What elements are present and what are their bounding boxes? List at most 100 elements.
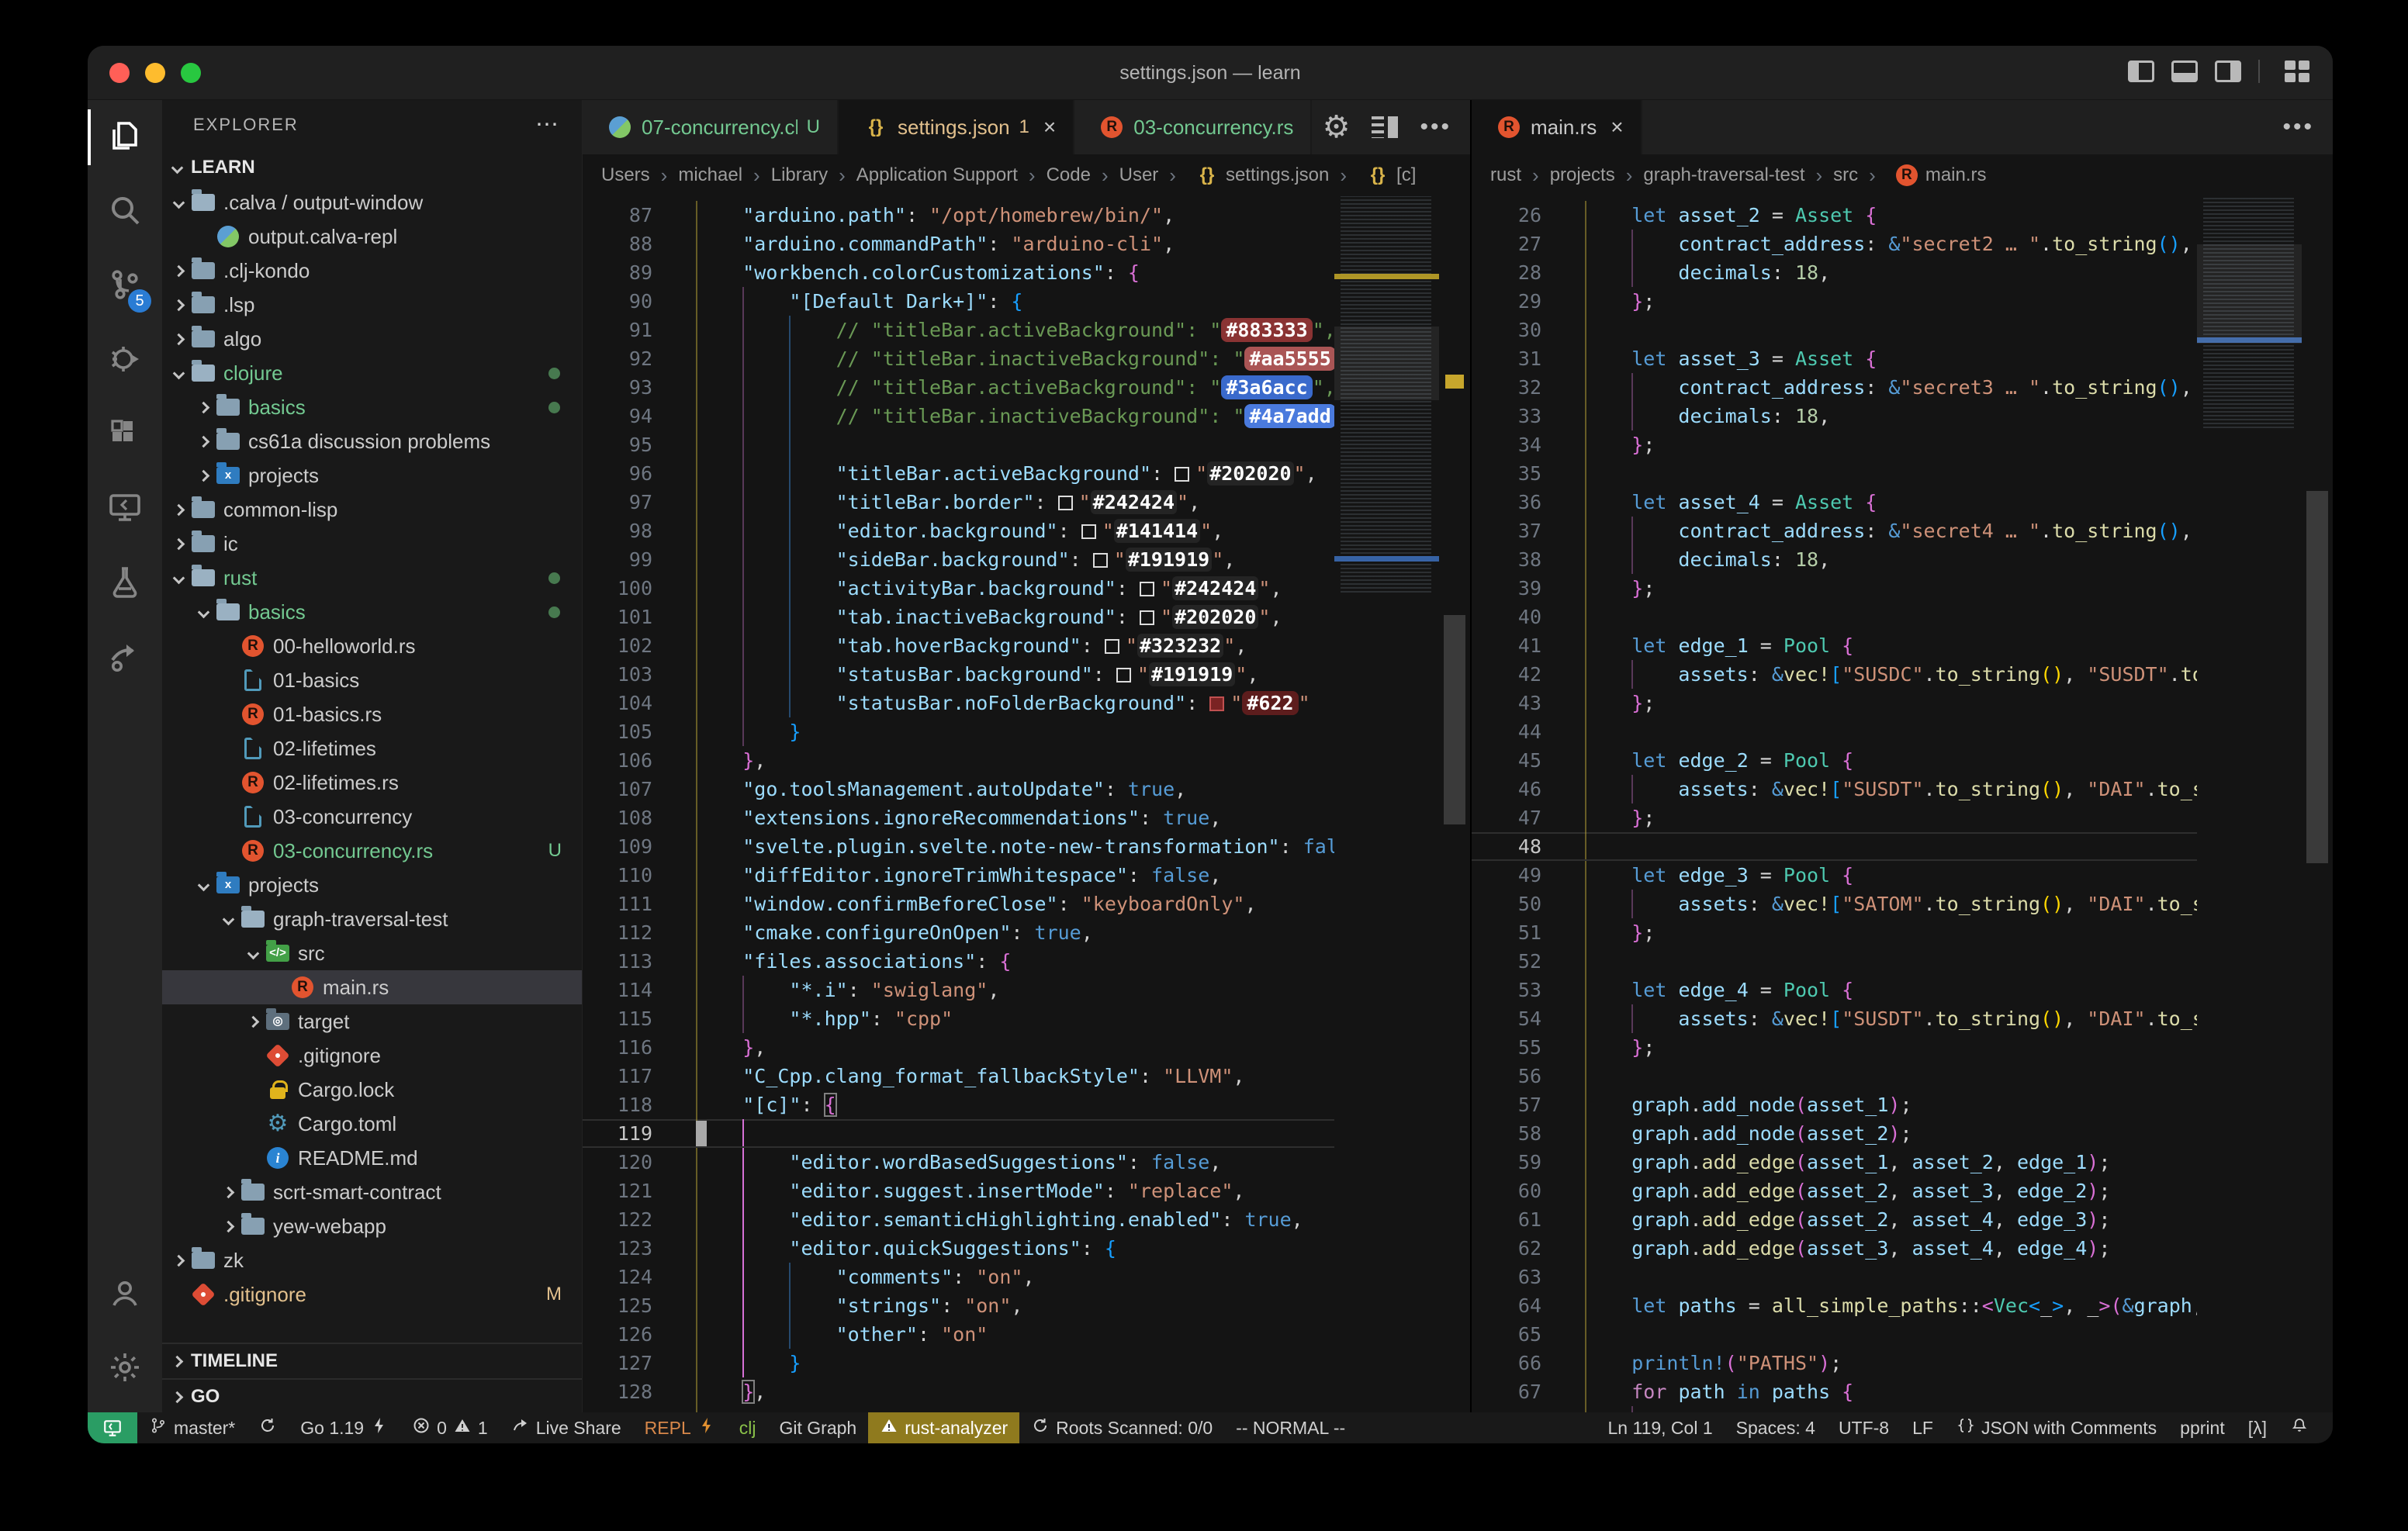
tree-item-01-basics.rs[interactable]: R01-basics.rs bbox=[162, 697, 582, 731]
status-rust-analyzer[interactable]: rust-analyzer bbox=[868, 1412, 1019, 1443]
code-line-35[interactable]: 35 bbox=[1472, 459, 2197, 488]
activity-bar-search-icon[interactable] bbox=[88, 175, 162, 249]
breadcrumb-item-main.rs[interactable]: Rmain.rs bbox=[1887, 163, 1987, 188]
breadcrumb[interactable]: rust›projects›graph-traversal-test›src›R… bbox=[1472, 154, 2333, 196]
code-line-60[interactable]: 60 graph.add_edge(asset_2, asset_3, edge… bbox=[1472, 1177, 2197, 1205]
breadcrumb-item-User[interactable]: User bbox=[1119, 164, 1159, 186]
code-line-50[interactable]: 50 assets: &vec!["SATOM".to_string(), "D… bbox=[1472, 890, 2197, 918]
code-line-61[interactable]: 61 graph.add_edge(asset_2, asset_4, edge… bbox=[1472, 1205, 2197, 1234]
tree-item-.calva-output-window[interactable]: .calva / output-window bbox=[162, 185, 582, 219]
tree-item-00-helloworld.rs[interactable]: R00-helloworld.rs bbox=[162, 629, 582, 663]
tree-item-.clj-kondo[interactable]: .clj-kondo bbox=[162, 254, 582, 288]
status-ln-119-col-1[interactable]: Ln 119, Col 1 bbox=[1597, 1412, 1725, 1443]
code-line-108[interactable]: 108 "extensions.ignoreRecommendations": … bbox=[583, 804, 1334, 832]
tab-07-concurrency.clj[interactable]: 07-concurrency.cljU bbox=[583, 100, 839, 154]
code-line-119[interactable]: 119 bbox=[583, 1119, 1334, 1148]
status-go-1-19[interactable]: Go 1.19 bbox=[289, 1412, 400, 1443]
tree-item-03-concurrency.rs[interactable]: R03-concurrency.rsU bbox=[162, 834, 582, 868]
code-line-93[interactable]: 93 // "titleBar.activeBackground": "#3a6… bbox=[583, 373, 1334, 402]
gear-icon[interactable]: ⚙ bbox=[1323, 112, 1351, 143]
more-icon[interactable]: ••• bbox=[1420, 114, 1451, 140]
scrollbar[interactable] bbox=[2302, 196, 2333, 1414]
status-utf-8[interactable]: UTF-8 bbox=[1827, 1412, 1901, 1443]
code-line-59[interactable]: 59 graph.add_edge(asset_1, asset_2, edge… bbox=[1472, 1148, 2197, 1177]
tree-item-projects[interactable]: xprojects bbox=[162, 458, 582, 492]
code-line-94[interactable]: 94 // "titleBar.inactiveBackground": "#4… bbox=[583, 402, 1334, 430]
code-line-97[interactable]: 97 "titleBar.border": "#242424", bbox=[583, 488, 1334, 517]
tree-item-02-lifetimes.rs[interactable]: R02-lifetimes.rs bbox=[162, 766, 582, 800]
code-line-91[interactable]: 91 // "titleBar.activeBackground": "#883… bbox=[583, 316, 1334, 344]
tree-item-README.md[interactable]: iREADME.md bbox=[162, 1141, 582, 1175]
code-line-122[interactable]: 122 "editor.semanticHighlighting.enabled… bbox=[583, 1205, 1334, 1234]
code-line-105[interactable]: 105 } bbox=[583, 717, 1334, 746]
code-line-123[interactable]: 123 "editor.quickSuggestions": { bbox=[583, 1234, 1334, 1263]
remote-indicator[interactable] bbox=[88, 1412, 137, 1443]
status-spaces-4[interactable]: Spaces: 4 bbox=[1725, 1412, 1827, 1443]
close-tab-icon[interactable]: × bbox=[1611, 115, 1623, 140]
code-line-44[interactable]: 44 bbox=[1472, 717, 2197, 746]
code-line-117[interactable]: 117 "C_Cpp.clang_format_fallbackStyle": … bbox=[583, 1062, 1334, 1090]
tree-item-.gitignore[interactable]: .gitignoreM bbox=[162, 1277, 582, 1312]
code-line-54[interactable]: 54 assets: &vec!["SUSDT".to_string(), "D… bbox=[1472, 1004, 2197, 1033]
code-line-29[interactable]: 29 }; bbox=[1472, 287, 2197, 316]
code-line-95[interactable]: 95 bbox=[583, 430, 1334, 459]
status-bell-icon[interactable] bbox=[2278, 1412, 2320, 1443]
tree-item-algo[interactable]: algo bbox=[162, 322, 582, 356]
code-line-63[interactable]: 63 bbox=[1472, 1263, 2197, 1291]
code-line-121[interactable]: 121 "editor.suggest.insertMode": "replac… bbox=[583, 1177, 1334, 1205]
tree-item-.lsp[interactable]: .lsp bbox=[162, 288, 582, 322]
toggle-panel-icon[interactable] bbox=[2171, 60, 2198, 82]
status-master[interactable]: master* bbox=[137, 1412, 247, 1443]
toggle-sidebar-icon[interactable] bbox=[2128, 60, 2154, 82]
minimap[interactable] bbox=[1334, 196, 1439, 1414]
activity-bar-files-icon[interactable] bbox=[88, 100, 162, 175]
tree-item-graph-traversal-test[interactable]: graph-traversal-test bbox=[162, 902, 582, 936]
tree-item-scrt-smart-contract[interactable]: scrt-smart-contract bbox=[162, 1175, 582, 1209]
code-line-66[interactable]: 66 println!("PATHS"); bbox=[1472, 1349, 2197, 1377]
breadcrumb-item-src[interactable]: src bbox=[1833, 164, 1858, 186]
minimap-slider[interactable] bbox=[2197, 244, 2302, 344]
section-timeline[interactable]: TIMELINE bbox=[162, 1343, 582, 1378]
status-roots-scanned-0-0[interactable]: Roots Scanned: 0/0 bbox=[1019, 1412, 1224, 1443]
code-line-46[interactable]: 46 assets: &vec!["SUSDT".to_string(), "D… bbox=[1472, 775, 2197, 804]
code-line-49[interactable]: 49 let edge_3 = Pool { bbox=[1472, 861, 2197, 890]
code-line-32[interactable]: 32 contract_address: &"secret3 … ".to_st… bbox=[1472, 373, 2197, 402]
breadcrumb-item-graph-traversal-test[interactable]: graph-traversal-test bbox=[1643, 164, 1804, 186]
close-tab-icon[interactable]: × bbox=[1043, 115, 1056, 140]
code-line-27[interactable]: 27 contract_address: &"secret2 … ".to_st… bbox=[1472, 230, 2197, 258]
tree-item-clojure[interactable]: clojure bbox=[162, 356, 582, 390]
code-line-38[interactable]: 38 decimals: 18, bbox=[1472, 545, 2197, 574]
breadcrumb-item-Code[interactable]: Code bbox=[1047, 164, 1091, 186]
activity-bar-remote-explorer-icon[interactable] bbox=[88, 472, 162, 547]
code-line-45[interactable]: 45 let edge_2 = Pool { bbox=[1472, 746, 2197, 775]
tab-settings.json[interactable]: {}settings.json1× bbox=[839, 100, 1074, 154]
code-line-116[interactable]: 116 }, bbox=[583, 1033, 1334, 1062]
tree-item-01-basics[interactable]: 01-basics bbox=[162, 663, 582, 697]
split-icon[interactable] bbox=[1372, 116, 1398, 138]
code-line-113[interactable]: 113 "files.associations": { bbox=[583, 947, 1334, 976]
code-line-56[interactable]: 56 bbox=[1472, 1062, 2197, 1090]
code-line-43[interactable]: 43 }; bbox=[1472, 689, 2197, 717]
status-sync-icon[interactable] bbox=[247, 1412, 289, 1443]
tree-item-projects[interactable]: xprojects bbox=[162, 868, 582, 902]
tree-item-zk[interactable]: zk bbox=[162, 1243, 582, 1277]
code-line-53[interactable]: 53 let edge_4 = Pool { bbox=[1472, 976, 2197, 1004]
code-line-98[interactable]: 98 "editor.background": "#141414", bbox=[583, 517, 1334, 545]
status-repl[interactable]: REPL bbox=[633, 1412, 728, 1443]
tab-main.rs[interactable]: Rmain.rs× bbox=[1472, 100, 1642, 154]
code-line-92[interactable]: 92 // "titleBar.inactiveBackground": "#a… bbox=[583, 344, 1334, 373]
code-line-103[interactable]: 103 "statusBar.background": "#191919", bbox=[583, 660, 1334, 689]
code-line-37[interactable]: 37 contract_address: &"secret4 … ".to_st… bbox=[1472, 517, 2197, 545]
code-line-112[interactable]: 112 "cmake.configureOnOpen": true, bbox=[583, 918, 1334, 947]
code-line-34[interactable]: 34 }; bbox=[1472, 430, 2197, 459]
breadcrumb-item-Users[interactable]: Users bbox=[601, 164, 650, 186]
tab-03-concurrency.rs[interactable]: R03-concurrency.rs bbox=[1074, 100, 1312, 154]
code-line-33[interactable]: 33 decimals: 18, bbox=[1472, 402, 2197, 430]
code-line-26[interactable]: 26 let asset_2 = Asset { bbox=[1472, 201, 2197, 230]
tree-item-cs61a-discussion-problems[interactable]: cs61a discussion problems bbox=[162, 424, 582, 458]
code-line-30[interactable]: 30 bbox=[1472, 316, 2197, 344]
code-line-87[interactable]: 87 "arduino.path": "/opt/homebrew/bin/", bbox=[583, 201, 1334, 230]
code-line-36[interactable]: 36 let asset_4 = Asset { bbox=[1472, 488, 2197, 517]
tree-item-common-lisp[interactable]: common-lisp bbox=[162, 492, 582, 527]
code-line-127[interactable]: 127 } bbox=[583, 1349, 1334, 1377]
